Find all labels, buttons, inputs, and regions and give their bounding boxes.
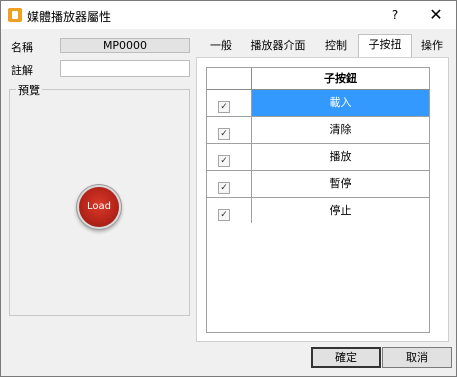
grid-row-stop[interactable]: ✓ 停止: [207, 198, 429, 225]
preview-label: 預覽: [16, 82, 42, 98]
grid-empty-area: [206, 223, 430, 333]
row-checkbox-cell: ✓: [207, 144, 252, 170]
row-checkbox-cell: ✓: [207, 117, 252, 143]
ok-button[interactable]: 確定: [311, 347, 381, 368]
tab-operation[interactable]: 操作: [414, 36, 450, 56]
grid-row-load[interactable]: ✓ 載入: [207, 90, 429, 117]
name-label: 名稱: [11, 41, 33, 54]
row-label: 停止: [329, 204, 352, 217]
row-checkbox-cell: ✓: [207, 90, 252, 116]
grid-row-clear[interactable]: ✓ 清除: [207, 117, 429, 144]
row-label: 載入: [252, 90, 429, 116]
tab-general[interactable]: 一般: [203, 36, 239, 56]
name-field: MP0000: [60, 38, 190, 53]
title-bar: 媒體播放器屬性 ? ✕: [1, 1, 456, 29]
tab-player-interface[interactable]: 播放器介面: [245, 36, 311, 56]
cancel-button[interactable]: 取消: [382, 347, 452, 368]
checkbox[interactable]: ✓: [218, 182, 230, 194]
comment-input[interactable]: [60, 60, 190, 77]
row-label: 清除: [329, 123, 352, 136]
close-button[interactable]: ✕: [425, 4, 447, 26]
window-title: 媒體播放器屬性: [27, 10, 112, 24]
load-button-preview: Load: [79, 187, 119, 227]
row-label: 播放: [329, 150, 352, 163]
grid-row-pause[interactable]: ✓ 暫停: [207, 171, 429, 198]
grid-header: 子按鈕: [207, 68, 429, 90]
checkbox[interactable]: ✓: [218, 209, 230, 221]
comment-label: 註解: [11, 64, 33, 77]
checkbox[interactable]: ✓: [218, 128, 230, 140]
row-checkbox-cell: ✓: [207, 198, 252, 224]
sub-buttons-grid: 子按鈕 ✓ 載入 ✓ 清除 ✓ 播放 ✓ 暫停 ✓ 停止: [206, 67, 430, 225]
row-checkbox-cell: ✓: [207, 171, 252, 197]
checkbox[interactable]: ✓: [218, 155, 230, 167]
tab-sub-buttons[interactable]: 子按扭: [358, 34, 412, 58]
grid-row-play[interactable]: ✓ 播放: [207, 144, 429, 171]
checkbox[interactable]: ✓: [218, 101, 230, 113]
tab-control[interactable]: 控制: [318, 36, 354, 56]
sub-button-column-header: 子按鈕: [324, 72, 357, 85]
row-label: 暫停: [329, 177, 352, 190]
help-button[interactable]: ?: [385, 5, 405, 25]
media-player-app-icon: [8, 8, 22, 22]
checkbox-column-header: [207, 68, 252, 89]
